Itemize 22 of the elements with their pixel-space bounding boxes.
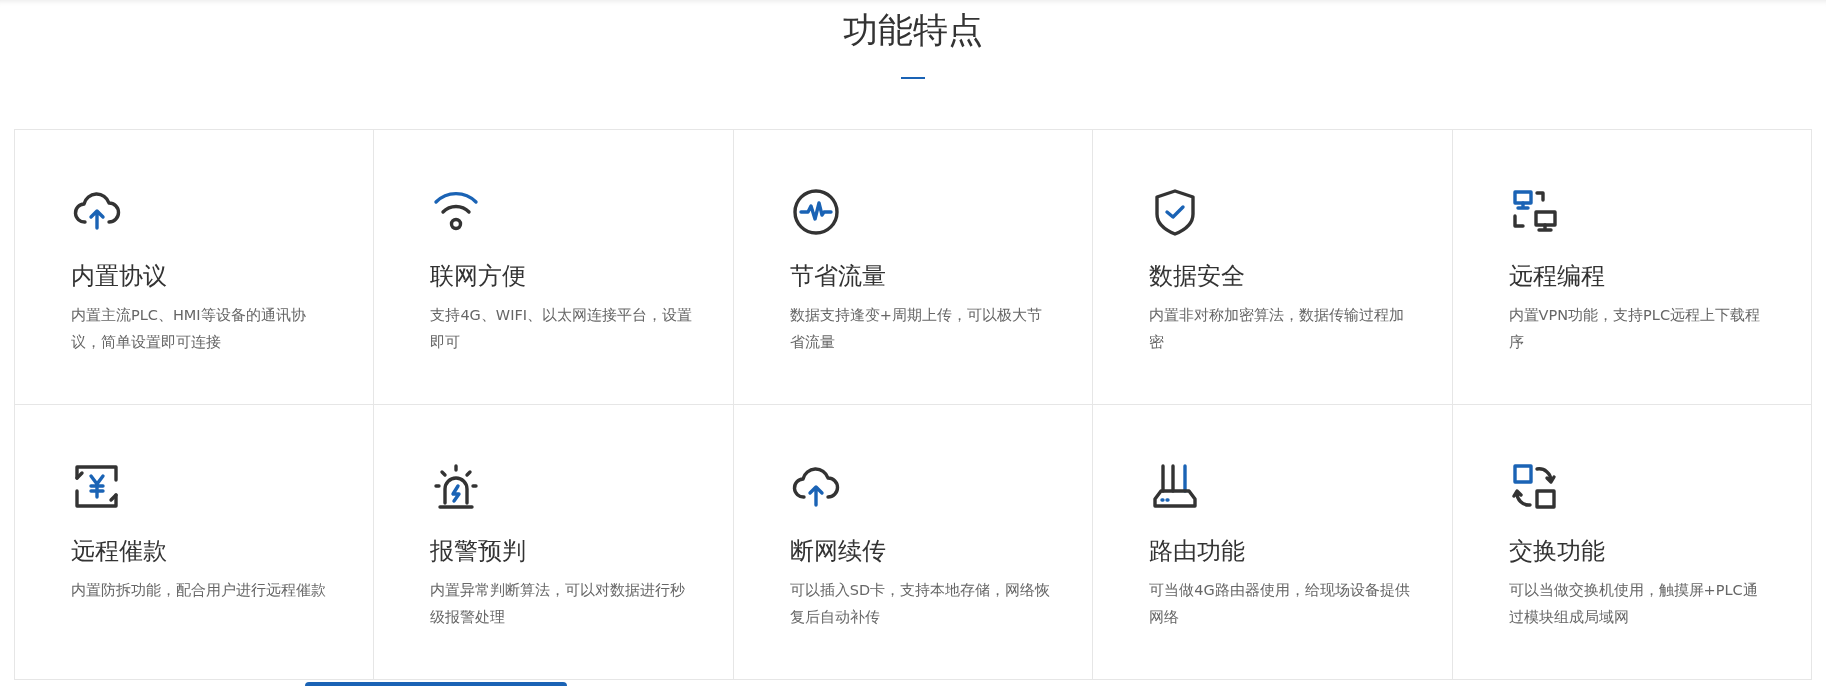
- feature-title: 节省流量: [789, 261, 886, 293]
- feature-title: 报警预判: [430, 536, 527, 568]
- feature-title: 断网续传: [789, 536, 886, 568]
- feature-title: 交换功能: [1508, 536, 1605, 568]
- feature-description: 内置防拆功能，配合用户进行远程催款: [71, 581, 326, 601]
- feature-title: 内置协议: [71, 261, 167, 293]
- feature-description: 内置非对称加密算法，数据传输过程加密: [1149, 306, 1406, 353]
- feature-title: 数据安全: [1149, 261, 1246, 293]
- feature-description: 数据支持逢变+周期上传，可以极大节省流量: [789, 306, 1043, 353]
- feature-title: 路由功能: [1149, 536, 1246, 568]
- feature-description: 可当做4G路由器使用，给现场设备提供网络: [1149, 581, 1411, 628]
- feature-description: 内置异常判断算法，可以对数据进行秒级报警处理: [430, 581, 687, 628]
- feature-description: 可以插入SD卡，支持本地存储，网络恢复后自动补传: [789, 581, 1052, 628]
- feature-description: 可以当做交换机使用，触摸屏+PLC通过模块组成局域网: [1508, 581, 1759, 628]
- feature-description: 支持4G、WIFI、以太网连接平台，设置即可: [430, 306, 693, 353]
- feature-description: 内置主流PLC、HMI等设备的通讯协议，简单设置即可连接: [71, 306, 307, 353]
- feature-title: 远程编程: [1508, 261, 1605, 293]
- feature-title: 远程催款: [71, 536, 167, 568]
- feature-title: 联网方便: [430, 261, 527, 293]
- feature-description: 内置VPN功能，支持PLC远程上下载程序: [1508, 306, 1762, 353]
- title-underline: [901, 77, 925, 79]
- section-title: 功能特点: [843, 9, 983, 52]
